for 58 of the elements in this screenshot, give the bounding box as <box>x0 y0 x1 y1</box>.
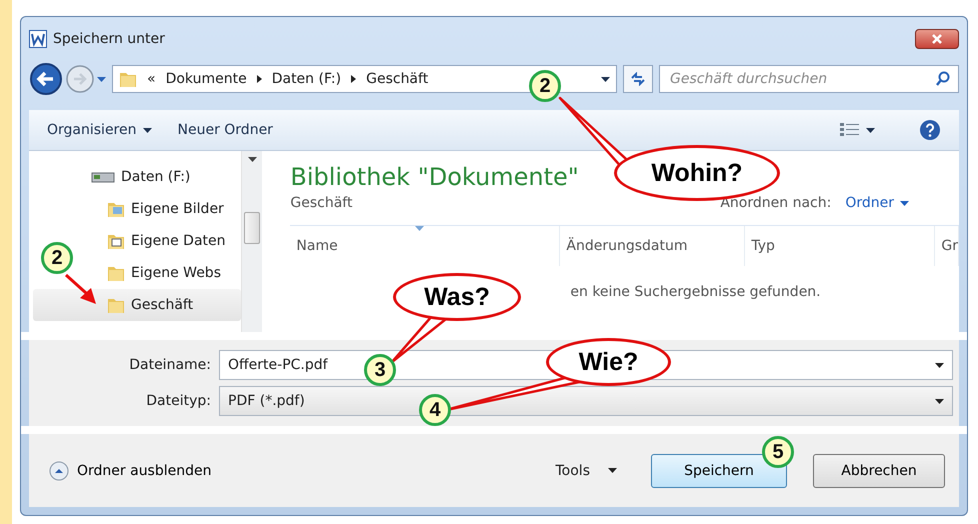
breadcrumb[interactable]: « <box>147 71 156 87</box>
caret-icon <box>608 468 617 473</box>
column-header[interactable]: Typ <box>745 226 936 266</box>
drive-icon <box>91 170 115 184</box>
sidebar-label: Eigene Bilder <box>131 201 224 217</box>
caret-icon <box>142 128 152 132</box>
help-button[interactable] <box>919 119 941 141</box>
dialog-button[interactable]: Abbrechen <box>813 454 945 488</box>
collapse-icon <box>49 460 69 480</box>
caret-icon <box>900 200 909 206</box>
tools-menu-button[interactable]: Tools <box>556 462 617 478</box>
sidebar-label: Daten (F:) <box>121 169 190 185</box>
refresh-icon <box>630 72 646 86</box>
search-icon <box>935 71 951 87</box>
refresh-button[interactable] <box>623 65 653 93</box>
toolbar-button[interactable]: Organisieren <box>47 122 152 138</box>
caret-icon <box>601 76 610 82</box>
view-menu-button[interactable] <box>840 122 875 138</box>
list-view-icon <box>840 122 860 138</box>
caret-icon <box>935 362 944 368</box>
breadcrumb[interactable]: Dokumente <box>166 71 247 87</box>
arrow <box>65 274 96 304</box>
scrollbar[interactable] <box>240 151 262 332</box>
sidebar-label: Eigene Webs <box>131 265 221 281</box>
field-label: Dateityp: <box>145 393 212 409</box>
sidebar-label: Eigene Daten <box>131 233 226 249</box>
breadcrumb[interactable]: Geschäft <box>366 71 428 87</box>
back-button[interactable] <box>29 62 63 96</box>
column-header[interactable]: Änderungsdatum <box>560 226 746 266</box>
field-label: Dateiname: <box>128 357 212 373</box>
search-field[interactable]: Geschäft durchsuchen <box>659 65 959 93</box>
empty-message: en keine Suchergebnisse gefunden. <box>570 284 821 300</box>
sidebar-item[interactable]: Daten (F:) <box>33 161 241 193</box>
caret-icon <box>935 398 944 404</box>
sidebar-label: Geschäft <box>131 297 194 313</box>
breadcrumb[interactable]: Daten (F:) <box>272 71 342 87</box>
chevron-icon <box>351 75 356 83</box>
library-title: Bibliothek "Dokumente" <box>290 163 579 191</box>
word-app-icon <box>29 30 47 48</box>
column-header[interactable]: Gr <box>935 226 959 266</box>
sort-indicator-icon <box>415 226 424 231</box>
sidebar-item[interactable]: Eigene Bilder <box>33 193 241 225</box>
field-value: Offerte-PC.pdf <box>228 357 328 373</box>
scrollbar-thumb[interactable] <box>244 212 260 244</box>
toolbar-button[interactable]: Neuer Ordner <box>178 122 273 138</box>
sidebar-item[interactable]: Geschäft <box>33 289 241 321</box>
caret-icon <box>866 128 875 132</box>
help-icon <box>919 119 941 141</box>
window-title: Speichern unter <box>53 31 166 47</box>
close-button[interactable] <box>915 29 959 49</box>
caret-icon <box>248 157 257 162</box>
arrange-dropdown[interactable]: Ordner <box>845 195 909 211</box>
close-icon <box>931 34 943 44</box>
caret-icon <box>97 76 106 82</box>
library-subtitle: Geschäft <box>290 195 354 211</box>
field-value: PDF (*.pdf) <box>228 393 305 409</box>
chevron-icon <box>256 75 262 83</box>
hide-folders-button[interactable]: Ordner ausblenden <box>49 460 546 480</box>
